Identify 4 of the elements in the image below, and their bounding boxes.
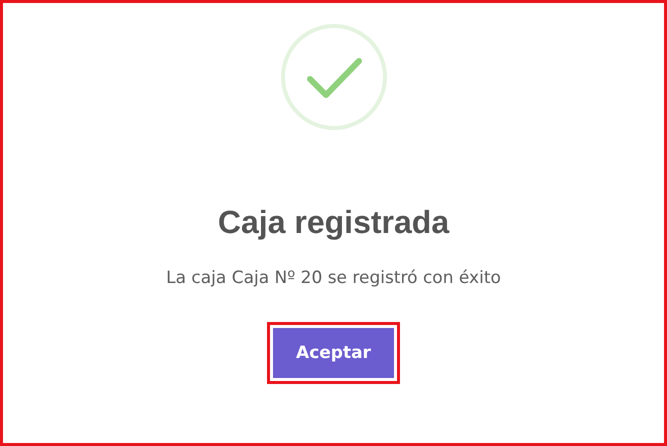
accept-button[interactable]: Aceptar [267,322,400,384]
dialog-message: La caja Caja Nº 20 se registró con éxito [166,267,501,290]
dialog-title: Caja registrada [218,203,450,242]
checkmark-icon [280,23,388,131]
